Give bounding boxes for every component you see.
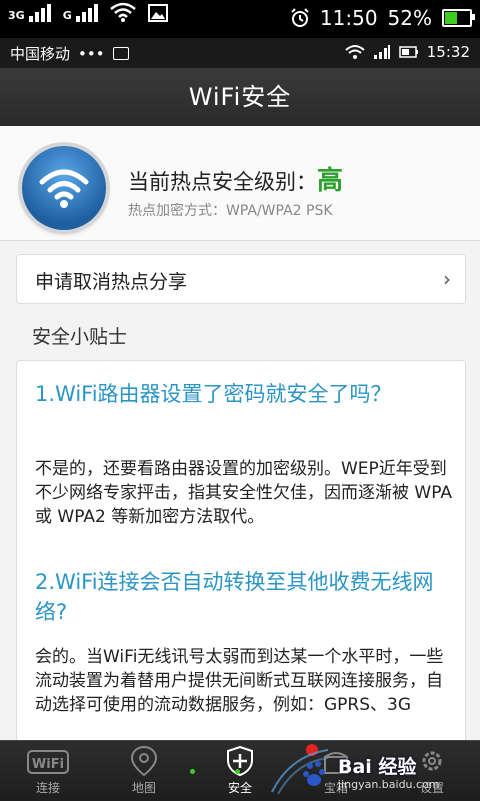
battery-icon xyxy=(399,46,418,58)
battery-icon xyxy=(442,9,475,27)
tip-answer: 会的。当WiFi无线讯号太弱而到达某一个水平时，一些流动装置为着替用户提供无间断… xyxy=(35,647,444,715)
tip-answer: 不是的，还要看路由器设置的加密级别。WEP近年受到不少网络专家抨击，指其安全性欠… xyxy=(35,459,453,527)
map-pin-icon xyxy=(130,745,158,777)
nav-map-label: 地图 xyxy=(131,781,156,795)
wifi-status-icon xyxy=(345,45,365,59)
title-bar: WiFi安全 xyxy=(0,68,480,127)
tips-section-title: 安全小贴士 xyxy=(32,326,128,348)
image-notification-icon xyxy=(112,47,129,60)
wifi-status-icon xyxy=(109,2,136,22)
notification-dots: ••• xyxy=(78,44,105,63)
inner-status-bar: 中国移动 ••• 15:32 xyxy=(0,38,480,68)
watermark-main: Bai 经验 xyxy=(338,756,417,778)
tip-item: 2.WiFi连接会否自动转换至其他收费无线网络? xyxy=(35,567,455,627)
page-title: WiFi安全 xyxy=(188,83,292,111)
security-level-label: 当前热点安全级别： xyxy=(128,170,317,194)
baidu-watermark: Bai 经验 jingyan.baidu.com xyxy=(270,746,470,798)
nav-connect-label: 连接 xyxy=(35,781,60,795)
cancel-hotspot-share-label: 申请取消热点分享 xyxy=(35,271,188,293)
security-level-value: 高 xyxy=(317,166,344,196)
battery-percent: 52% xyxy=(387,6,432,30)
image-notification-icon xyxy=(147,4,168,22)
signal-bars-icon xyxy=(373,45,390,59)
nav-connect[interactable]: WiFi 连接 xyxy=(0,741,96,801)
tips-card[interactable]: 1.WiFi路由器设置了密码就安全了吗？ 不是的，还要看路由器设置的加密级别。W… xyxy=(16,360,466,742)
cancel-hotspot-share-row[interactable]: 申请取消热点分享 › xyxy=(16,254,466,304)
page-indicator xyxy=(190,769,240,774)
alarm-icon xyxy=(291,8,309,27)
signal-g-icon: G xyxy=(63,4,98,22)
carrier-name: 中国移动 xyxy=(10,45,71,63)
chevron-right-icon: › xyxy=(443,267,451,291)
tip-item: 会的。当WiFi无线讯号太弱而到达某一个水平时，一些流动装置为着替用户提供无间断… xyxy=(35,645,455,717)
baidu-paw-logo-icon xyxy=(271,749,329,795)
tip-question: 1.WiFi路由器设置了密码就安全了吗？ xyxy=(35,382,392,406)
nav-map[interactable]: 地图 xyxy=(96,741,192,801)
clock-text: 11:50 xyxy=(319,6,378,30)
wifi-security-logo-icon xyxy=(22,146,106,230)
inner-clock-text: 15:32 xyxy=(426,43,470,61)
tip-question: 2.WiFi连接会否自动转换至其他收费无线网络? xyxy=(35,570,434,624)
security-status-card: 当前热点安全级别：高 热点加密方式：WPA/WPA2 PSK xyxy=(0,126,480,241)
security-level-line: 当前热点安全级别：高 xyxy=(128,160,343,197)
outer-status-bar: 3G G 11:50 52% xyxy=(0,0,480,38)
wifi-icon: WiFi xyxy=(27,750,69,774)
svg-text:WiFi: WiFi xyxy=(32,757,64,772)
signal-3g-icon: 3G xyxy=(8,4,51,22)
tip-item: 1.WiFi路由器设置了密码就安全了吗？ xyxy=(35,379,455,409)
tip-item: 不是的，还要看路由器设置的加密级别。WEP近年受到不少网络专家抨击，指其安全性欠… xyxy=(35,457,455,529)
watermark-sub: jingyan.baidu.com xyxy=(338,778,440,791)
encryption-method: 热点加密方式：WPA/WPA2 PSK xyxy=(128,203,333,219)
